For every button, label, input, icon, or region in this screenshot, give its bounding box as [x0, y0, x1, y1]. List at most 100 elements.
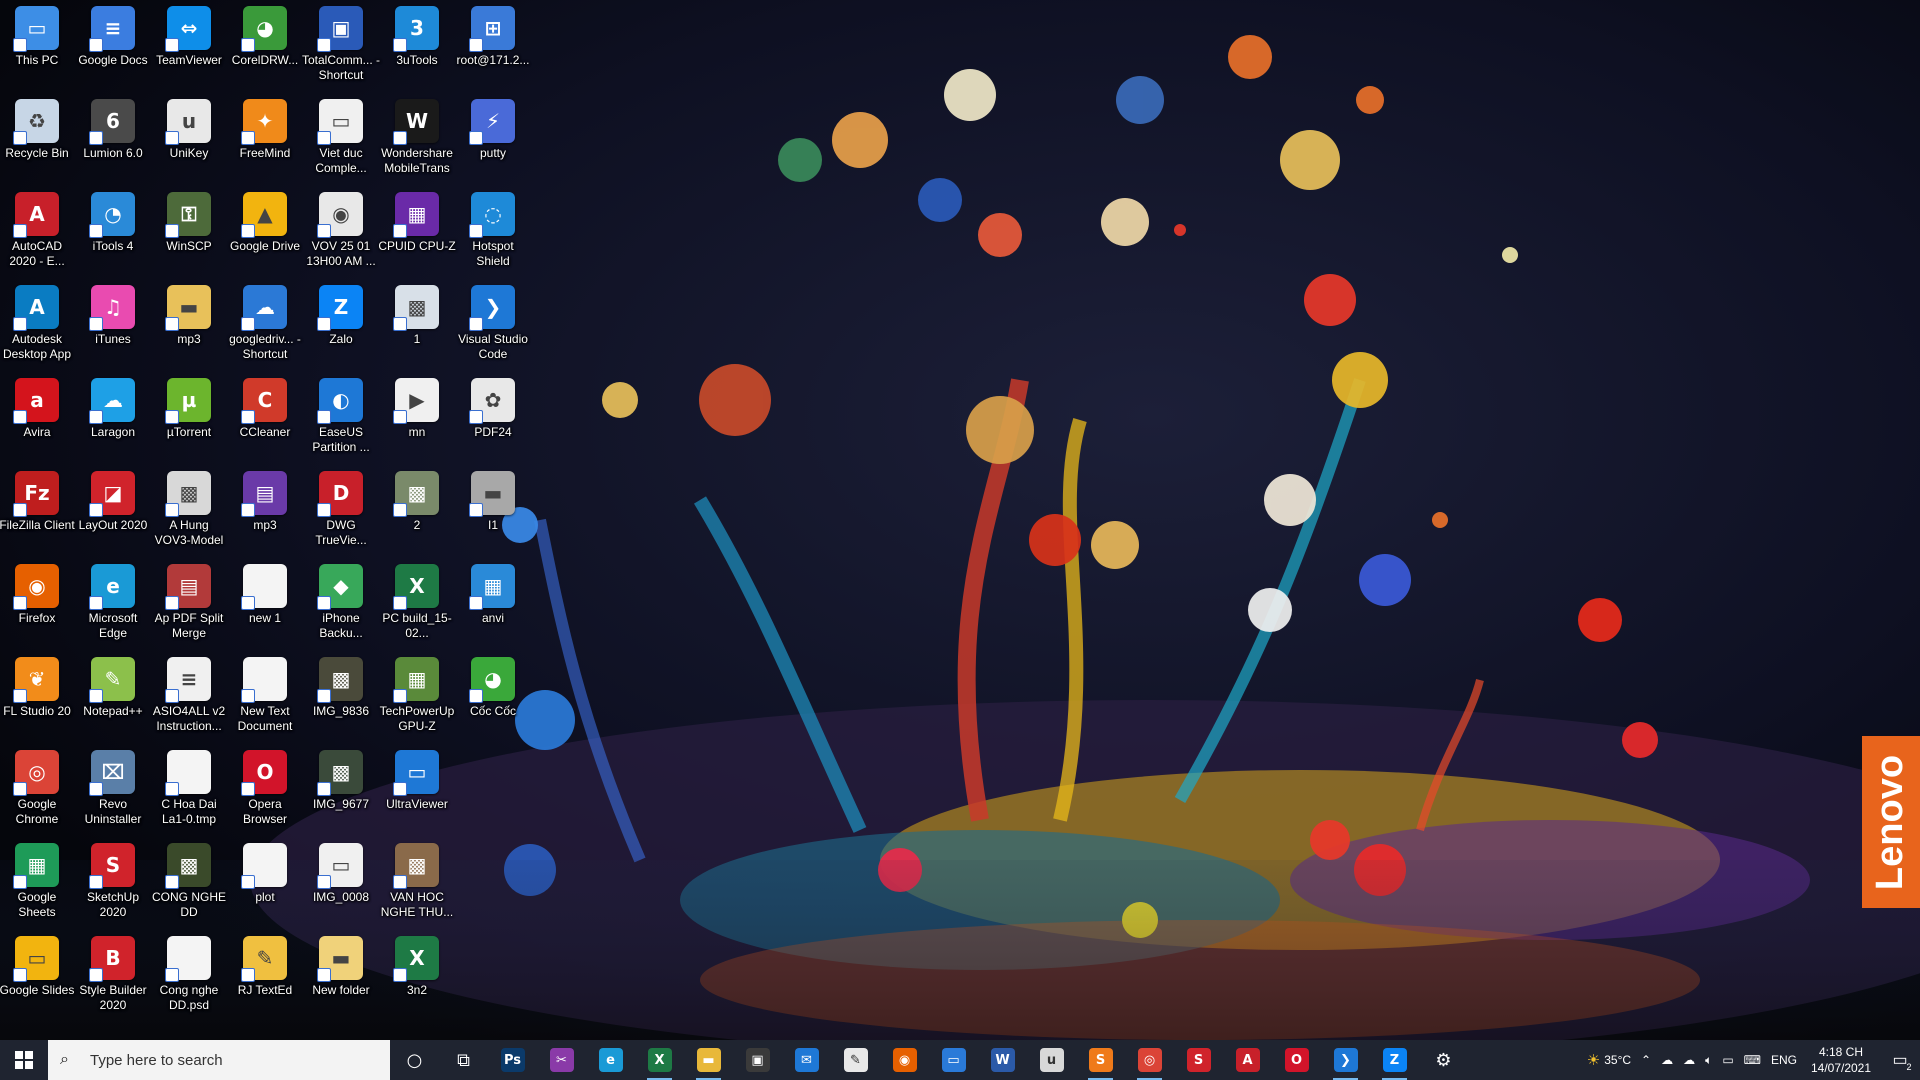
taskbar-app-button[interactable]: Z: [1370, 1040, 1419, 1080]
taskbar-app-button[interactable]: e: [586, 1040, 635, 1080]
desktop-icon[interactable]: ▤ mp3: [228, 465, 302, 555]
desktop-icon[interactable]: e Microsoft Edge: [76, 558, 150, 648]
taskbar-app-button[interactable]: S: [1076, 1040, 1125, 1080]
desktop-icon[interactable]: Z Zalo: [304, 279, 378, 369]
desktop-icon[interactable]: ❦ FL Studio 20: [0, 651, 74, 741]
desktop-icon[interactable]: u UniKey: [152, 93, 226, 183]
taskbar-clock[interactable]: 4:18 CH 14/07/2021: [1802, 1044, 1880, 1076]
desktop-icon[interactable]: ✎ Notepad++: [76, 651, 150, 741]
language-indicator[interactable]: ENG: [1766, 1053, 1802, 1067]
desktop-icon[interactable]: ▩ 1: [380, 279, 454, 369]
desktop-icon[interactable]: ≡ ASIO4ALL v2 Instruction...: [152, 651, 226, 741]
weather-widget[interactable]: ☀ 35°C: [1582, 1051, 1636, 1069]
desktop-icon[interactable]: O Opera Browser: [228, 744, 302, 834]
desktop-icon[interactable]: ▣ TotalComm... - Shortcut: [302, 0, 380, 90]
desktop-icon[interactable]: ▩ IMG_9677: [304, 744, 378, 834]
desktop-icon[interactable]: ▭ This PC: [0, 0, 74, 90]
desktop-icon[interactable]: ≡ Google Docs: [76, 0, 150, 90]
desktop-icon[interactable]: Cong nghe DD.psd: [152, 930, 226, 1020]
action-center-button[interactable]: ▭ 2: [1880, 1050, 1920, 1072]
desktop-icon[interactable]: a Avira: [0, 372, 74, 462]
taskbar-app-button[interactable]: ⚙: [1419, 1040, 1468, 1080]
desktop-icon[interactable]: ▭ Viet duc Comple...: [304, 93, 378, 183]
desktop-icon[interactable]: ▭ Google Slides: [0, 930, 74, 1020]
desktop-icon[interactable]: ⚿ WinSCP: [152, 186, 226, 276]
desktop-icon[interactable]: ☁ Laragon: [76, 372, 150, 462]
desktop-icon[interactable]: ⚡ putty: [456, 93, 530, 183]
desktop-icon[interactable]: S SketchUp 2020: [76, 837, 150, 927]
taskbar-app-button[interactable]: ◉: [880, 1040, 929, 1080]
taskbar-app-button[interactable]: A: [1223, 1040, 1272, 1080]
taskbar-app-button[interactable]: ✂: [537, 1040, 586, 1080]
desktop-icon[interactable]: X 3n2: [380, 930, 454, 1020]
desktop-icon[interactable]: ▭ IMG_0008: [304, 837, 378, 927]
desktop-icon[interactable]: ▩ 2: [380, 465, 454, 555]
desktop-icon[interactable]: ⊞ root@171.2...: [456, 0, 530, 90]
taskbar-app-button[interactable]: ▬: [684, 1040, 733, 1080]
taskbar-app-button[interactable]: ❯: [1321, 1040, 1370, 1080]
onedrive-icon[interactable]: ☁: [1656, 1053, 1678, 1067]
taskbar-app-button[interactable]: ⧉: [439, 1040, 488, 1080]
desktop-icon[interactable]: µ µTorrent: [152, 372, 226, 462]
taskbar-app-button[interactable]: S: [1174, 1040, 1223, 1080]
desktop-icon[interactable]: ▩ A Hung VOV3-Model: [152, 465, 226, 555]
desktop-icon[interactable]: C Hoa Dai La1-0.tmp: [152, 744, 226, 834]
desktop-icon[interactable]: ◐ EaseUS Partition ...: [304, 372, 378, 462]
desktop-icon[interactable]: W Wondershare MobileTrans: [380, 93, 454, 183]
desktop-icon[interactable]: A Autodesk Desktop App: [0, 279, 74, 369]
desktop-icon[interactable]: ✦ FreeMind: [228, 93, 302, 183]
network-icon[interactable]: ▭: [1717, 1053, 1738, 1067]
desktop-icon[interactable]: Fz FileZilla Client: [0, 465, 75, 555]
desktop-icon[interactable]: X PC build_15-02...: [380, 558, 454, 648]
taskbar-app-button[interactable]: ▣: [733, 1040, 782, 1080]
desktop-icon[interactable]: ▬ mp3: [152, 279, 226, 369]
desktop-icon[interactable]: New Text Document: [228, 651, 302, 741]
desktop-icon[interactable]: ▩ VAN HOC NGHE THU...: [380, 837, 454, 927]
onedrive-personal-icon[interactable]: ☁: [1678, 1053, 1700, 1067]
desktop-icon[interactable]: ❯ Visual Studio Code: [456, 279, 530, 369]
desktop-icon[interactable]: ◉ Firefox: [0, 558, 74, 648]
desktop-icon[interactable]: ◉ VOV 25 01 13H00 AM ...: [304, 186, 378, 276]
desktop-icon[interactable]: ◕ Cốc Cốc: [456, 651, 530, 741]
desktop-icon[interactable]: 3 3uTools: [380, 0, 454, 90]
desktop-icon[interactable]: ▤ Ap PDF Split Merge: [152, 558, 226, 648]
desktop-icon[interactable]: ▩ IMG_9836: [304, 651, 378, 741]
desktop-icon[interactable]: ◌ Hotspot Shield: [456, 186, 530, 276]
taskbar-app-button[interactable]: ◎: [1125, 1040, 1174, 1080]
taskbar-app-button[interactable]: ✉: [782, 1040, 831, 1080]
desktop-icon[interactable]: ▬ I1: [456, 465, 530, 555]
keyboard-icon[interactable]: ⌨: [1739, 1053, 1766, 1067]
start-button[interactable]: [0, 1040, 48, 1080]
desktop-icon[interactable]: ▭ UltraViewer: [380, 744, 454, 834]
desktop-icon[interactable]: ▦ CPUID CPU-Z: [378, 186, 456, 276]
desktop-icon[interactable]: 6 Lumion 6.0: [76, 93, 150, 183]
desktop-icon[interactable]: ◔ iTools 4: [76, 186, 150, 276]
desktop-icon[interactable]: B Style Builder 2020: [76, 930, 150, 1020]
desktop-icon[interactable]: ▲ Google Drive: [228, 186, 302, 276]
desktop-icon[interactable]: ◎ Google Chrome: [0, 744, 74, 834]
desktop-icon[interactable]: C CCleaner: [228, 372, 302, 462]
desktop-icon[interactable]: ♫ iTunes: [76, 279, 150, 369]
desktop-icon[interactable]: ✿ PDF24: [456, 372, 530, 462]
desktop-icon[interactable]: A AutoCAD 2020 - E...: [0, 186, 74, 276]
taskbar-app-button[interactable]: ○: [390, 1040, 439, 1080]
desktop-icon[interactable]: ◪ LayOut 2020: [76, 465, 150, 555]
desktop-icon[interactable]: ▦ TechPowerUp GPU-Z: [380, 651, 454, 741]
desktop-icon[interactable]: ▬ New folder: [304, 930, 378, 1020]
desktop-icon[interactable]: new 1: [228, 558, 302, 648]
desktop-icon[interactable]: ◕ CorelDRW...: [228, 0, 302, 90]
desktop-icon[interactable]: ▶ mn: [380, 372, 454, 462]
show-hidden-icons-button[interactable]: ⌃: [1636, 1053, 1656, 1067]
desktop-icon[interactable]: ◆ iPhone Backu...: [304, 558, 378, 648]
desktop-icon[interactable]: ▦ Google Sheets: [0, 837, 74, 927]
desktop-icon[interactable]: D DWG TrueVie...: [304, 465, 378, 555]
taskbar-app-button[interactable]: X: [635, 1040, 684, 1080]
desktop-icon[interactable]: ♻ Recycle Bin: [0, 93, 74, 183]
desktop-icon[interactable]: ⌧ Revo Uninstaller: [76, 744, 150, 834]
desktop-icon[interactable]: ⇔ TeamViewer: [152, 0, 226, 90]
desktop-icon[interactable]: ▩ CONG NGHE DD: [152, 837, 226, 927]
taskbar-app-button[interactable]: ✎: [831, 1040, 880, 1080]
volume-icon[interactable]: 🔈︎: [1700, 1053, 1717, 1068]
desktop-icon[interactable]: ▦ anvi: [456, 558, 530, 648]
desktop-icon[interactable]: ☁ googledriv... - Shortcut: [228, 279, 302, 369]
